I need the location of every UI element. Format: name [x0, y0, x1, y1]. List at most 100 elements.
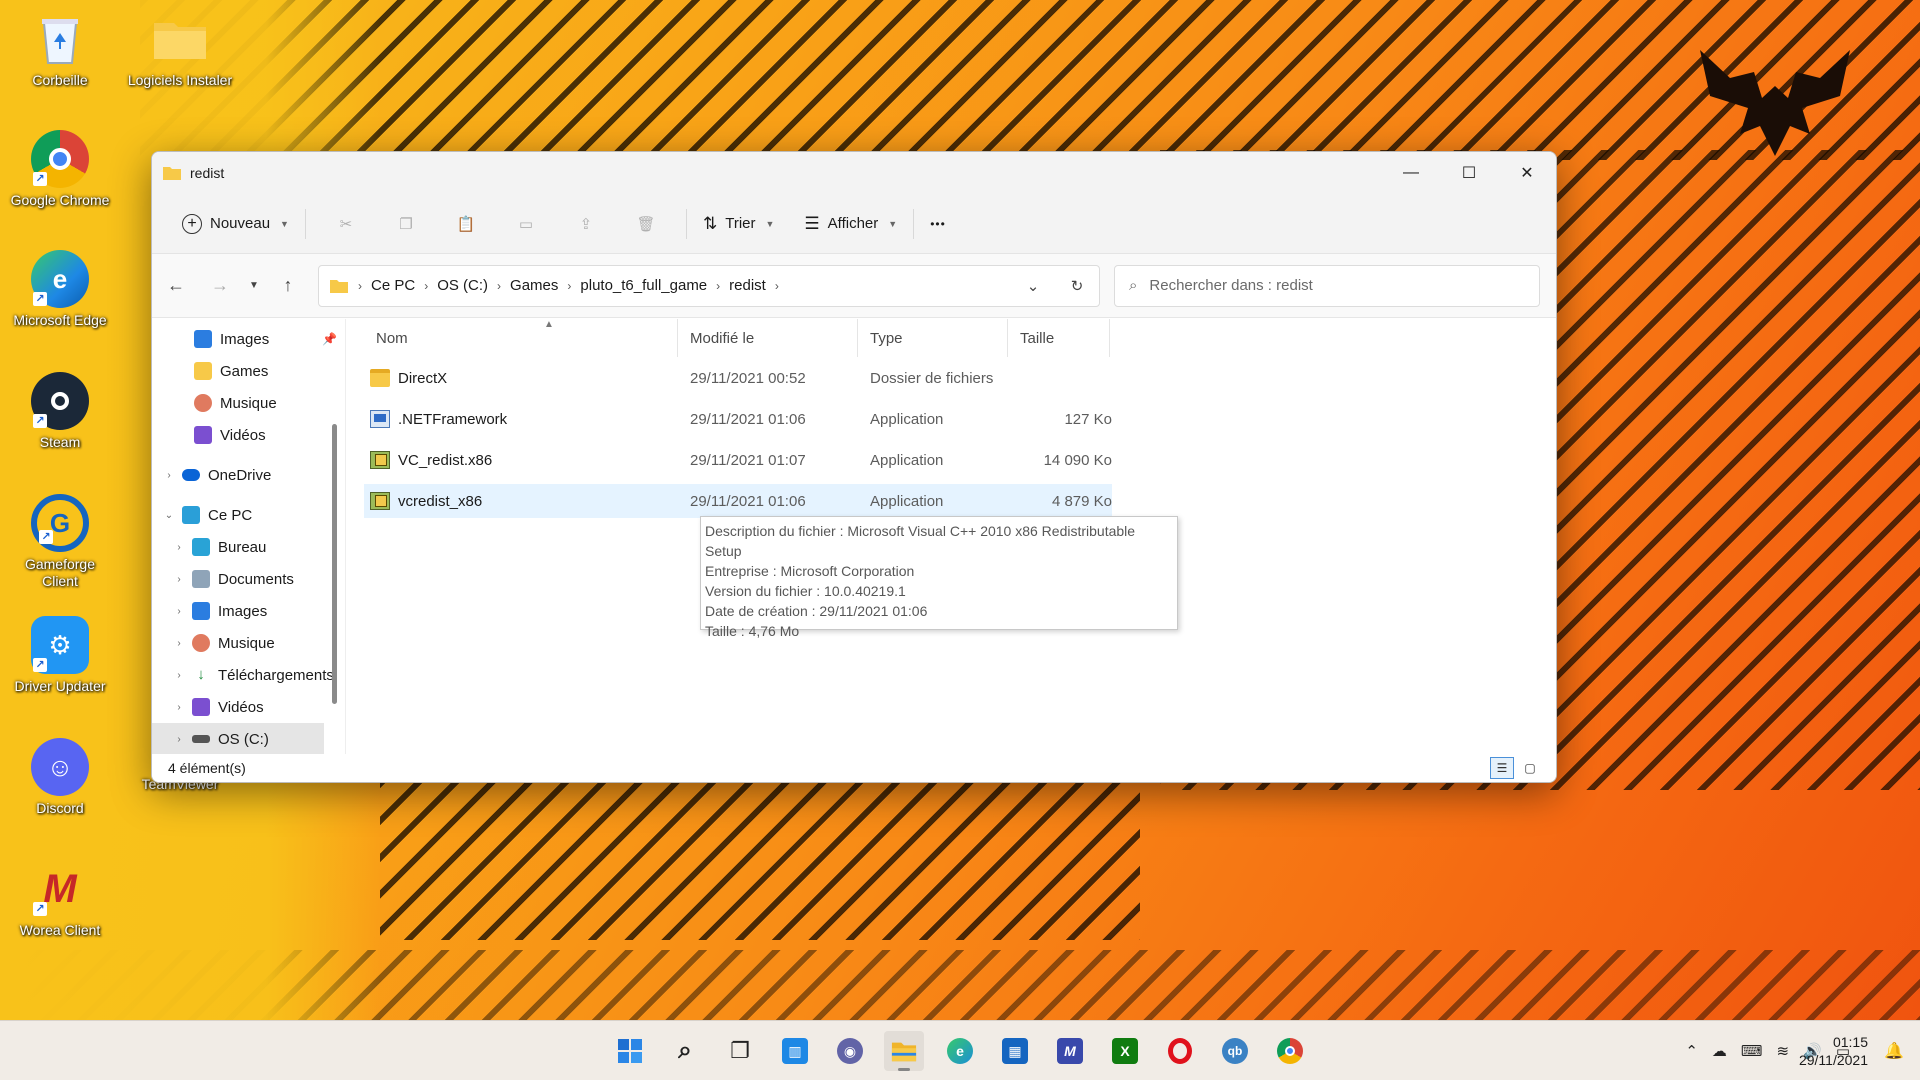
nav-item-bureau[interactable]: › Bureau [152, 531, 345, 563]
start-button[interactable] [610, 1031, 650, 1071]
breadcrumb-separator: › [567, 278, 572, 293]
cut-icon[interactable]: ✂ [316, 206, 376, 242]
desktop-icon-driver-updater[interactable]: ⚙ ↗ Driver Updater [6, 616, 114, 695]
desktop-icon-gameforge-client[interactable]: G ↗ Gameforge Client [6, 494, 114, 590]
table-row[interactable]: DirectX 29/11/2021 00:52 Dossier de fich… [364, 361, 1112, 395]
chevron-right-icon[interactable]: › [172, 670, 186, 681]
wifi-icon[interactable]: ≋ [1777, 1042, 1790, 1060]
sort-icon: ⇅ [702, 213, 718, 233]
column-header-modified[interactable]: Modifié le [678, 319, 858, 357]
pin-icon[interactable]: 📌 [322, 332, 337, 346]
desktop-icon-google-chrome[interactable]: ↗ Google Chrome [6, 130, 114, 209]
taskbar-qbittorrent[interactable]: qb [1215, 1031, 1255, 1071]
tooltip-line: Description du fichier : Microsoft Visua… [705, 523, 1136, 539]
share-icon[interactable]: ⇪ [556, 206, 616, 242]
column-header-name[interactable]: Nom ▲ [364, 319, 678, 357]
folder-icon [194, 362, 212, 380]
column-header-size[interactable]: Taille [1008, 319, 1110, 357]
chevron-down-icon[interactable]: ⌄ [162, 510, 176, 521]
taskbar-file-explorer[interactable] [884, 1031, 924, 1071]
more-options-button[interactable]: ••• [924, 206, 952, 242]
nav-item-images[interactable]: › Images [152, 595, 345, 627]
large-icons-view-icon[interactable]: ▢ [1518, 757, 1542, 779]
paste-icon[interactable]: 📋 [436, 206, 496, 242]
nav-item-onedrive[interactable]: › OneDrive [152, 459, 345, 491]
nav-item-images-quick[interactable]: Images 📌 [152, 323, 345, 355]
desktop-icon-recycle-bin[interactable]: Corbeille [6, 10, 114, 89]
delete-icon[interactable]: 🗑 [616, 206, 676, 242]
chevron-right-icon[interactable]: › [162, 470, 176, 481]
shortcut-arrow-icon: ↗ [33, 414, 47, 428]
onedrive-tray-icon[interactable]: ☁ [1712, 1042, 1727, 1060]
chevron-up-icon[interactable]: ⌃ [1685, 1042, 1698, 1060]
address-bar[interactable]: › Ce PC › OS (C:) › Games › pluto_t6_ful… [318, 264, 1100, 307]
back-button[interactable]: ← [154, 266, 198, 306]
nav-item-ce-pc[interactable]: ⌄ Ce PC [152, 499, 345, 531]
chevron-right-icon[interactable]: › [172, 606, 186, 617]
chevron-right-icon[interactable]: › [172, 734, 186, 745]
refresh-icon[interactable]: ↻ [1055, 277, 1099, 295]
forward-button[interactable]: → [198, 266, 242, 306]
taskbar-chrome[interactable] [1270, 1031, 1310, 1071]
taskbar-opera[interactable] [1160, 1031, 1200, 1071]
nav-item-documents[interactable]: › Documents [152, 563, 345, 595]
taskbar-store[interactable]: ▦ [995, 1031, 1035, 1071]
column-header-type[interactable]: Type [858, 319, 1008, 357]
desktop-icon-logiciels-instaler[interactable]: Logiciels Instaler [126, 10, 234, 89]
sort-button[interactable]: ⇅ Trier ▼ [697, 206, 780, 242]
desktop-icon-microsoft-edge[interactable]: e ↗ Microsoft Edge [6, 250, 114, 329]
recent-locations-button[interactable]: ▼ [242, 266, 266, 306]
close-button[interactable]: ✕ [1498, 152, 1556, 194]
address-history-chevron-icon[interactable]: ⌄ [1011, 277, 1055, 295]
new-button[interactable]: + Nouveau ▼ [176, 206, 295, 242]
nav-item-os-c[interactable]: › OS (C:) [152, 723, 324, 754]
breadcrumb-item[interactable]: redist [729, 277, 766, 294]
breadcrumb-item[interactable]: pluto_t6_full_game [580, 277, 707, 294]
rename-icon[interactable]: ▭ [496, 206, 556, 242]
title-bar[interactable]: redist — ☐ ✕ [152, 152, 1556, 194]
drive-icon [192, 735, 210, 743]
chevron-right-icon[interactable]: › [172, 542, 186, 553]
sort-button-label: Trier [725, 215, 756, 232]
chevron-right-icon[interactable]: › [172, 702, 186, 713]
up-button[interactable]: ↑ [266, 266, 310, 306]
table-row[interactable]: VC_redist.x86 29/11/2021 01:07 Applicati… [364, 443, 1112, 477]
chat-button[interactable]: ◉ [830, 1031, 870, 1071]
table-row[interactable]: .NETFramework 29/11/2021 01:06 Applicati… [364, 402, 1112, 436]
maximize-button[interactable]: ☐ [1440, 152, 1498, 194]
taskbar-clock[interactable]: 01:15 29/11/2021 [1799, 1033, 1868, 1069]
notification-icon[interactable]: 🔔 [1884, 1041, 1904, 1061]
nav-item-musique[interactable]: › Musique [152, 627, 345, 659]
breadcrumb-item[interactable]: OS (C:) [437, 277, 488, 294]
desktop-icon-discord[interactable]: ☺ Discord [6, 738, 114, 817]
opera-icon [1168, 1038, 1192, 1064]
chevron-right-icon[interactable]: › [172, 638, 186, 649]
minimize-button[interactable]: — [1382, 152, 1440, 194]
search-input[interactable] [1149, 277, 1510, 294]
widgets-button[interactable]: ▥ [775, 1031, 815, 1071]
nav-scrollbar[interactable] [332, 424, 337, 704]
nav-item-videos-quick[interactable]: Vidéos [152, 419, 345, 451]
details-view-icon[interactable]: ☰ [1490, 757, 1514, 779]
taskbar-edge[interactable]: e [940, 1031, 980, 1071]
nav-item-label: Ce PC [208, 506, 253, 524]
taskbar-xbox[interactable]: X [1105, 1031, 1145, 1071]
table-row[interactable]: vcredist_x86 29/11/2021 01:06 Applicatio… [364, 484, 1112, 518]
search-box[interactable]: ⌕ [1114, 264, 1540, 307]
nav-item-musique-quick[interactable]: Musique [152, 387, 345, 419]
keyboard-icon[interactable]: ⌨ [1741, 1042, 1763, 1060]
taskbar-search-button[interactable]: ⌕ [665, 1031, 705, 1071]
nav-item-videos[interactable]: › Vidéos [152, 691, 345, 723]
file-info-tooltip: Description du fichier : Microsoft Visua… [700, 516, 1178, 639]
nav-item-games[interactable]: Games [152, 355, 345, 387]
view-button[interactable]: ☰ Afficher ▼ [798, 206, 903, 242]
task-view-button[interactable]: ❐ [720, 1031, 760, 1071]
chevron-right-icon[interactable]: › [172, 574, 186, 585]
taskbar-app[interactable]: M [1050, 1031, 1090, 1071]
breadcrumb-item[interactable]: Ce PC [371, 277, 415, 294]
nav-item-telechargements[interactable]: › ↓ Téléchargements [152, 659, 345, 691]
desktop-icon-worea-client[interactable]: M ↗ Worea Client [6, 860, 114, 939]
copy-icon[interactable]: ❐ [376, 206, 436, 242]
breadcrumb-item[interactable]: Games [510, 277, 558, 294]
desktop-icon-steam[interactable]: ↗ Steam [6, 372, 114, 451]
